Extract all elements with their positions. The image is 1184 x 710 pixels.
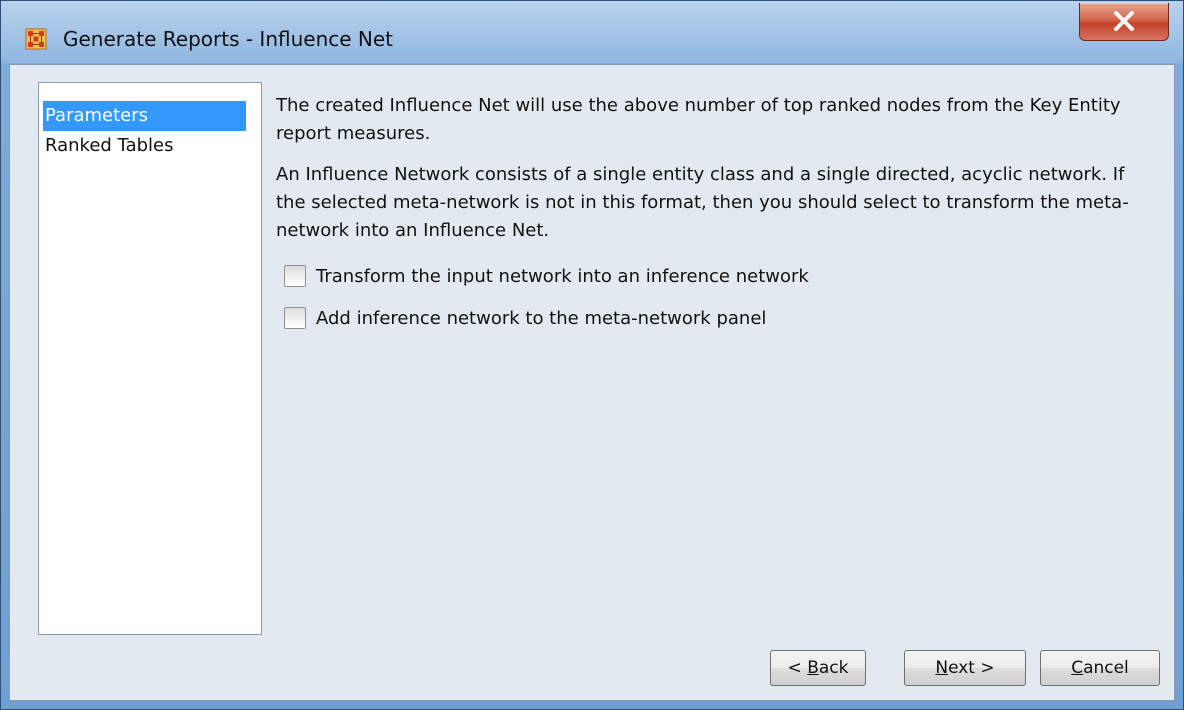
cancel-mnemonic: C: [1071, 658, 1084, 678]
back-mnemonic: B: [807, 658, 819, 678]
transform-network-checkbox[interactable]: [284, 265, 306, 287]
cancel-button[interactable]: Cancel: [1040, 650, 1160, 686]
back-rest: ack: [818, 658, 849, 678]
window-title: Generate Reports - Influence Net: [63, 27, 394, 51]
description-top-nodes: The created Influence Net will use the a…: [276, 95, 1121, 144]
back-prefix: <: [787, 658, 808, 678]
title-bar[interactable]: Generate Reports - Influence Net: [1, 1, 1183, 63]
section-list: Parameters Ranked Tables: [38, 82, 262, 635]
back-button[interactable]: < Back: [770, 650, 866, 686]
close-icon: [1114, 11, 1134, 31]
next-button[interactable]: Next >: [904, 650, 1026, 686]
nav-item-ranked-tables[interactable]: Ranked Tables: [43, 131, 246, 161]
dialog-body: Parameters Ranked Tables The created Inf…: [9, 64, 1175, 701]
add-to-panel-checkbox[interactable]: [284, 307, 306, 329]
next-rest: ext >: [948, 658, 995, 678]
next-mnemonic: N: [935, 658, 949, 678]
close-button[interactable]: [1079, 3, 1169, 41]
transform-network-label[interactable]: Transform the input network into an infe…: [316, 263, 809, 291]
cancel-rest: ancel: [1083, 658, 1129, 678]
dialog-window: Generate Reports - Influence Net Paramet…: [0, 0, 1184, 710]
grid-network-icon: [25, 28, 47, 50]
description-influence-network: An Influence Network consists of a singl…: [276, 164, 1129, 241]
nav-item-parameters[interactable]: Parameters: [43, 101, 246, 131]
add-to-panel-label[interactable]: Add inference network to the meta-networ…: [316, 305, 766, 333]
